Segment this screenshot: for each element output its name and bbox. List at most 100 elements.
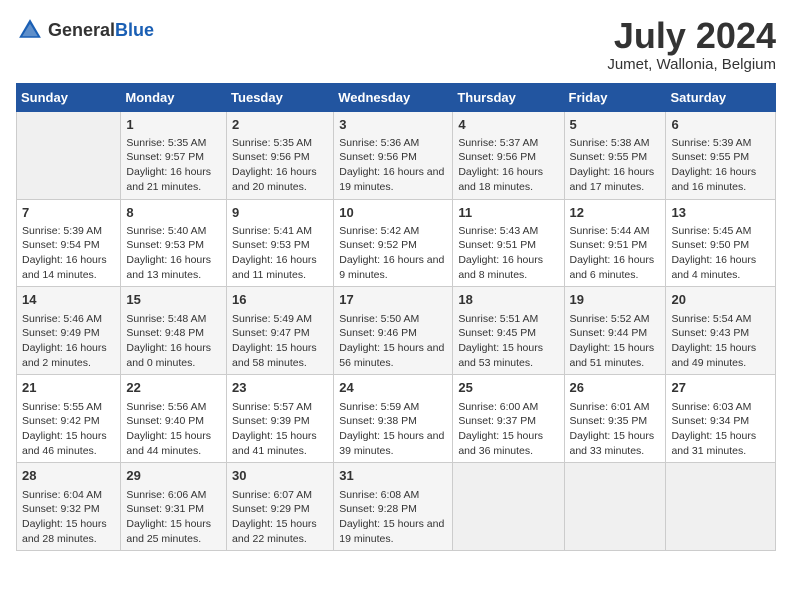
day-info: Sunrise: 5:45 AM Sunset: 9:50 PM Dayligh… xyxy=(671,224,770,283)
calendar-week-row: 7Sunrise: 5:39 AM Sunset: 9:54 PM Daylig… xyxy=(17,199,776,287)
header-day-saturday: Saturday xyxy=(666,83,776,111)
day-number: 2 xyxy=(232,116,328,134)
calendar-cell xyxy=(564,463,666,551)
day-number: 18 xyxy=(458,291,558,309)
header-day-tuesday: Tuesday xyxy=(227,83,334,111)
calendar-cell: 14 Sunrise: 5:46 AM Sunset: 9:49 PM Dayli… xyxy=(17,287,121,375)
calendar-cell: 23 Sunrise: 5:57 AM Sunset: 9:39 PM Dayli… xyxy=(227,375,334,463)
day-number: 12 xyxy=(570,204,661,222)
day-info: Sunrise: 6:08 AM Sunset: 9:28 PM Dayligh… xyxy=(339,488,447,547)
logo-text-general: General xyxy=(48,20,115,40)
day-info: Sunrise: 5:52 AM Sunset: 9:44 PM Dayligh… xyxy=(570,312,661,371)
day-info: Sunrise: 5:55 AM Sunset: 9:42 PM Dayligh… xyxy=(22,400,115,459)
calendar-cell: 4Sunrise: 5:37 AM Sunset: 9:56 PM Daylig… xyxy=(453,111,564,199)
calendar-cell: 3Sunrise: 5:36 AM Sunset: 9:56 PM Daylig… xyxy=(334,111,453,199)
day-info: Sunrise: 5:44 AM Sunset: 9:51 PM Dayligh… xyxy=(570,224,661,283)
calendar-header-row: SundayMondayTuesdayWednesdayThursdayFrid… xyxy=(17,83,776,111)
day-number: 30 xyxy=(232,467,328,485)
day-info: Sunrise: 5:51 AM Sunset: 9:45 PM Dayligh… xyxy=(458,312,558,371)
calendar-cell: 19 Sunrise: 5:52 AM Sunset: 9:44 PM Dayli… xyxy=(564,287,666,375)
calendar-cell xyxy=(666,463,776,551)
day-number: 29 xyxy=(126,467,221,485)
day-info: Sunrise: 5:59 AM Sunset: 9:38 PM Dayligh… xyxy=(339,400,447,459)
calendar-cell: 31 Sunrise: 6:08 AM Sunset: 9:28 PM Dayli… xyxy=(334,463,453,551)
day-number: 3 xyxy=(339,116,447,134)
day-number: 1 xyxy=(126,116,221,134)
calendar-week-row: 14 Sunrise: 5:46 AM Sunset: 9:49 PM Dayli… xyxy=(17,287,776,375)
calendar-cell: 21Sunrise: 5:55 AM Sunset: 9:42 PM Dayli… xyxy=(17,375,121,463)
day-number: 15 xyxy=(126,291,221,309)
header-day-friday: Friday xyxy=(564,83,666,111)
calendar-table: SundayMondayTuesdayWednesdayThursdayFrid… xyxy=(16,83,776,552)
day-number: 13 xyxy=(671,204,770,222)
header-day-thursday: Thursday xyxy=(453,83,564,111)
day-info: Sunrise: 6:07 AM Sunset: 9:29 PM Dayligh… xyxy=(232,488,328,547)
day-number: 8 xyxy=(126,204,221,222)
subtitle: Jumet, Wallonia, Belgium xyxy=(607,56,776,73)
calendar-cell: 18 Sunrise: 5:51 AM Sunset: 9:45 PM Dayli… xyxy=(453,287,564,375)
day-info: Sunrise: 5:37 AM Sunset: 9:56 PM Dayligh… xyxy=(458,136,558,195)
day-number: 27 xyxy=(671,379,770,397)
calendar-cell: 1 Sunrise: 5:35 AM Sunset: 9:57 PM Daylig… xyxy=(121,111,227,199)
day-info: Sunrise: 5:54 AM Sunset: 9:43 PM Dayligh… xyxy=(671,312,770,371)
calendar-cell: 11 Sunrise: 5:43 AM Sunset: 9:51 PM Dayli… xyxy=(453,199,564,287)
day-number: 28 xyxy=(22,467,115,485)
day-info: Sunrise: 5:57 AM Sunset: 9:39 PM Dayligh… xyxy=(232,400,328,459)
calendar-cell: 9 Sunrise: 5:41 AM Sunset: 9:53 PM Daylig… xyxy=(227,199,334,287)
day-number: 25 xyxy=(458,379,558,397)
calendar-cell: 7Sunrise: 5:39 AM Sunset: 9:54 PM Daylig… xyxy=(17,199,121,287)
calendar-cell: 5Sunrise: 5:38 AM Sunset: 9:55 PM Daylig… xyxy=(564,111,666,199)
day-info: Sunrise: 5:56 AM Sunset: 9:40 PM Dayligh… xyxy=(126,400,221,459)
day-info: Sunrise: 5:46 AM Sunset: 9:49 PM Dayligh… xyxy=(22,312,115,371)
calendar-cell: 10Sunrise: 5:42 AM Sunset: 9:52 PM Dayli… xyxy=(334,199,453,287)
calendar-cell: 24 Sunrise: 5:59 AM Sunset: 9:38 PM Dayli… xyxy=(334,375,453,463)
calendar-cell: 16 Sunrise: 5:49 AM Sunset: 9:47 PM Dayli… xyxy=(227,287,334,375)
day-info: Sunrise: 6:03 AM Sunset: 9:34 PM Dayligh… xyxy=(671,400,770,459)
calendar-cell: 29Sunrise: 6:06 AM Sunset: 9:31 PM Dayli… xyxy=(121,463,227,551)
calendar-cell: 28 Sunrise: 6:04 AM Sunset: 9:32 PM Dayli… xyxy=(17,463,121,551)
day-info: Sunrise: 5:39 AM Sunset: 9:55 PM Dayligh… xyxy=(671,136,770,195)
day-number: 22 xyxy=(126,379,221,397)
day-info: Sunrise: 6:01 AM Sunset: 9:35 PM Dayligh… xyxy=(570,400,661,459)
calendar-cell: 22 Sunrise: 5:56 AM Sunset: 9:40 PM Dayli… xyxy=(121,375,227,463)
title-section: July 2024 Jumet, Wallonia, Belgium xyxy=(607,16,776,73)
day-info: Sunrise: 5:41 AM Sunset: 9:53 PM Dayligh… xyxy=(232,224,328,283)
day-number: 20 xyxy=(671,291,770,309)
day-number: 17 xyxy=(339,291,447,309)
calendar-cell xyxy=(17,111,121,199)
calendar-cell: 13 Sunrise: 5:45 AM Sunset: 9:50 PM Dayli… xyxy=(666,199,776,287)
day-info: Sunrise: 5:50 AM Sunset: 9:46 PM Dayligh… xyxy=(339,312,447,371)
calendar-cell: 27 Sunrise: 6:03 AM Sunset: 9:34 PM Dayli… xyxy=(666,375,776,463)
day-number: 9 xyxy=(232,204,328,222)
day-number: 7 xyxy=(22,204,115,222)
day-number: 5 xyxy=(570,116,661,134)
calendar-cell: 30 Sunrise: 6:07 AM Sunset: 9:29 PM Dayli… xyxy=(227,463,334,551)
calendar-cell: 12 Sunrise: 5:44 AM Sunset: 9:51 PM Dayli… xyxy=(564,199,666,287)
day-number: 16 xyxy=(232,291,328,309)
calendar-cell: 25 Sunrise: 6:00 AM Sunset: 9:37 PM Dayli… xyxy=(453,375,564,463)
day-number: 23 xyxy=(232,379,328,397)
header-day-monday: Monday xyxy=(121,83,227,111)
day-number: 14 xyxy=(22,291,115,309)
calendar-cell: 15 Sunrise: 5:48 AM Sunset: 9:48 PM Dayli… xyxy=(121,287,227,375)
day-number: 11 xyxy=(458,204,558,222)
day-info: Sunrise: 5:35 AM Sunset: 9:57 PM Dayligh… xyxy=(126,136,221,195)
day-info: Sunrise: 5:35 AM Sunset: 9:56 PM Dayligh… xyxy=(232,136,328,195)
day-info: Sunrise: 5:49 AM Sunset: 9:47 PM Dayligh… xyxy=(232,312,328,371)
calendar-week-row: 28 Sunrise: 6:04 AM Sunset: 9:32 PM Dayli… xyxy=(17,463,776,551)
day-info: Sunrise: 6:04 AM Sunset: 9:32 PM Dayligh… xyxy=(22,488,115,547)
calendar-cell: 20 Sunrise: 5:54 AM Sunset: 9:43 PM Dayli… xyxy=(666,287,776,375)
day-number: 24 xyxy=(339,379,447,397)
day-number: 10 xyxy=(339,204,447,222)
day-number: 19 xyxy=(570,291,661,309)
calendar-cell: 17 Sunrise: 5:50 AM Sunset: 9:46 PM Dayli… xyxy=(334,287,453,375)
day-info: Sunrise: 6:00 AM Sunset: 9:37 PM Dayligh… xyxy=(458,400,558,459)
day-number: 26 xyxy=(570,379,661,397)
calendar-cell: 2 Sunrise: 5:35 AM Sunset: 9:56 PM Daylig… xyxy=(227,111,334,199)
day-info: Sunrise: 5:43 AM Sunset: 9:51 PM Dayligh… xyxy=(458,224,558,283)
day-number: 31 xyxy=(339,467,447,485)
day-info: Sunrise: 5:48 AM Sunset: 9:48 PM Dayligh… xyxy=(126,312,221,371)
logo-icon xyxy=(16,16,44,44)
header: GeneralBlue July 2024 Jumet, Wallonia, B… xyxy=(16,16,776,73)
day-number: 6 xyxy=(671,116,770,134)
